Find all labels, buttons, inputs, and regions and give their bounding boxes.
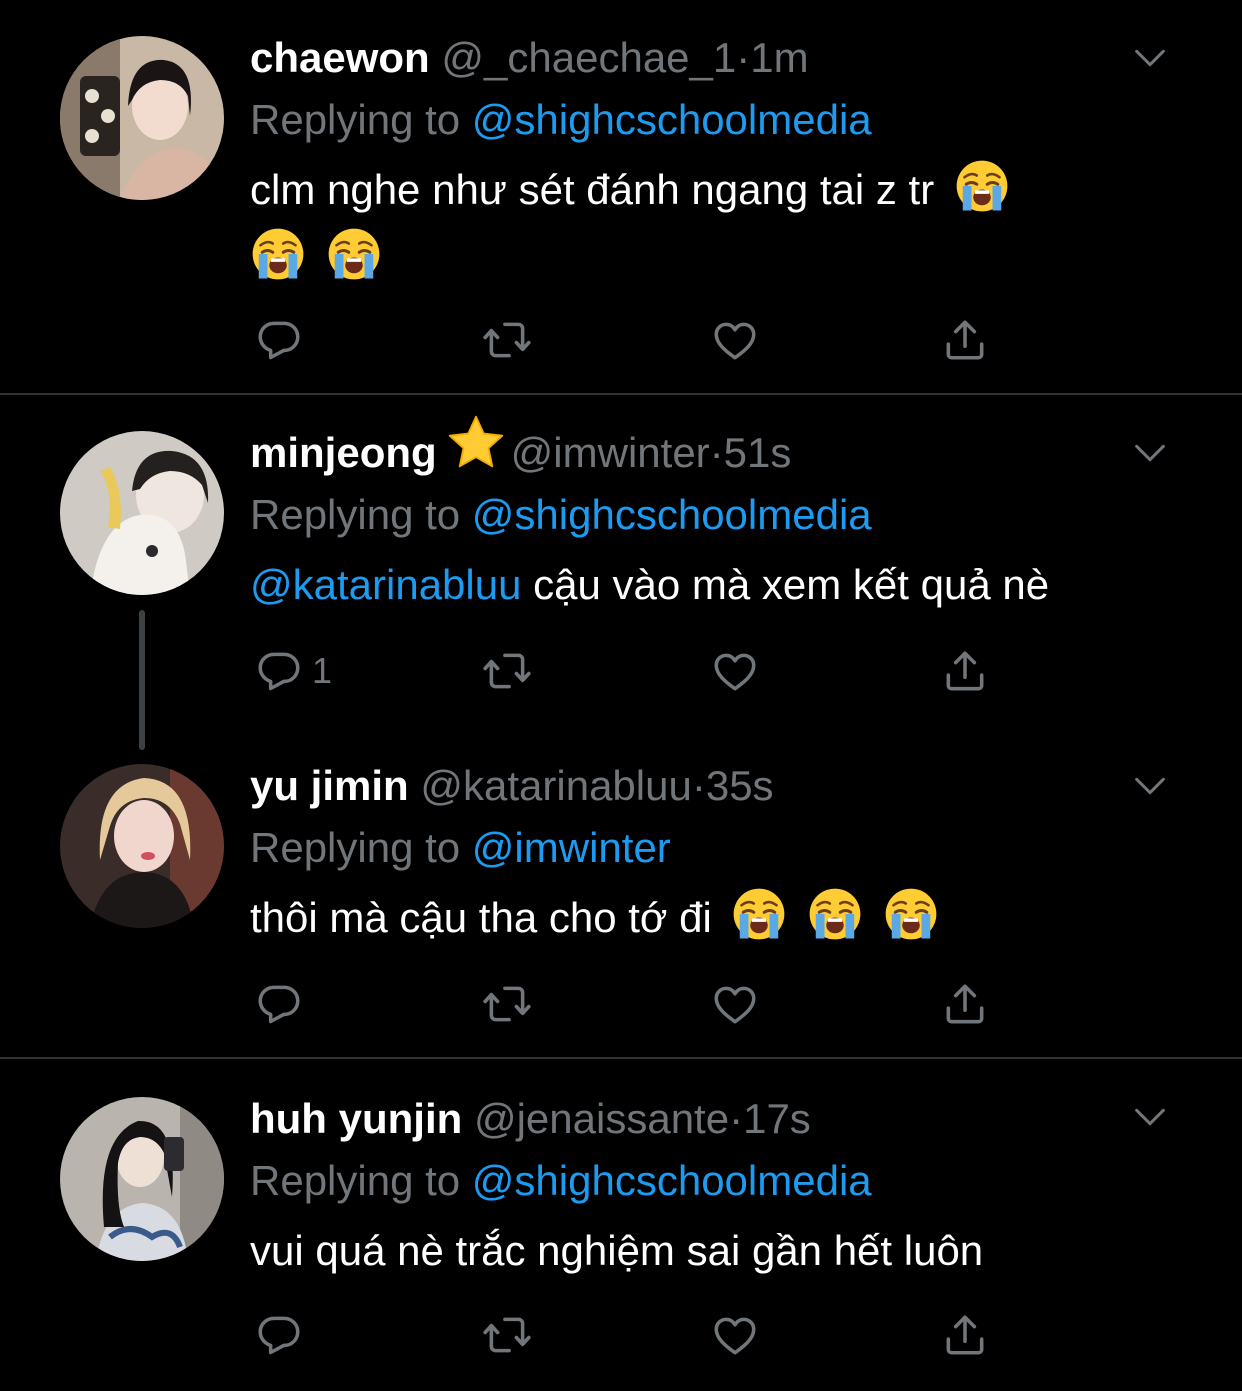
tweet-text: clm nghe như sét đánh ngang tai z tr <box>250 156 1182 292</box>
like-button[interactable] <box>710 1305 760 1365</box>
user-handle[interactable]: @jenaissante <box>474 1095 729 1142</box>
display-name[interactable]: chaewon <box>250 34 430 81</box>
reply-button[interactable] <box>254 1305 312 1365</box>
tweet-text-content: vui quá nè trắc nghiệm sai gần hết luôn <box>250 1227 984 1274</box>
retweet-icon <box>482 646 532 696</box>
reply-icon <box>254 315 304 365</box>
retweet-button[interactable] <box>482 310 532 370</box>
reply-button[interactable]: 1 <box>254 641 332 701</box>
avatar[interactable] <box>60 764 224 928</box>
more-options-chevron-icon[interactable] <box>1130 1097 1170 1137</box>
timestamp[interactable]: 1m <box>750 34 808 81</box>
share-icon <box>940 315 990 365</box>
share-icon <box>940 1310 990 1360</box>
retweet-button[interactable] <box>482 1305 532 1365</box>
replying-to-prefix: Replying to <box>250 824 461 871</box>
replying-to-mention[interactable]: @shighcschoolmedia <box>472 1157 872 1204</box>
tweet-actions <box>250 310 1010 370</box>
share-button[interactable] <box>940 310 990 370</box>
heart-icon <box>710 315 760 365</box>
timestamp[interactable]: 51s <box>724 429 792 476</box>
loudly-crying-face-icon <box>326 226 382 282</box>
timestamp[interactable]: 17s <box>743 1095 811 1142</box>
tweet-4[interactable]: huh yunjin @jenaissante·17s Replying to … <box>0 1059 1242 1391</box>
user-handle[interactable]: @_chaechae_1 <box>441 34 736 81</box>
avatar[interactable] <box>60 431 224 595</box>
loudly-crying-face-icon <box>731 886 787 942</box>
tweet-actions: 1 <box>250 641 1010 701</box>
tweet-text: vui quá nè trắc nghiệm sai gần hết luôn <box>250 1217 1182 1285</box>
tweet-text: @katarinabluu cậu vào mà xem kết quả nè <box>250 551 1182 619</box>
tweet-text-content: clm nghe như sét đánh ngang tai z tr <box>250 166 935 213</box>
share-icon <box>940 646 990 696</box>
more-options-chevron-icon[interactable] <box>1130 433 1170 473</box>
tweet-text: thôi mà cậu tha cho tớ đi <box>250 884 1182 952</box>
retweet-button[interactable] <box>482 641 532 701</box>
star-icon <box>447 414 505 490</box>
reply-icon <box>254 646 304 696</box>
tweet-text-content: thôi mà cậu tha cho tớ đi <box>250 894 712 941</box>
heart-icon <box>710 646 760 696</box>
tweet-header: yu jimin @katarinabluu·35s <box>250 754 1182 818</box>
replying-to-prefix: Replying to <box>250 491 461 538</box>
display-name[interactable]: minjeong <box>250 429 437 476</box>
share-button[interactable] <box>940 641 990 701</box>
replying-to-mention[interactable]: @shighcschoolmedia <box>472 491 872 538</box>
like-button[interactable] <box>710 974 760 1034</box>
share-button[interactable] <box>940 1305 990 1365</box>
reply-count: 1 <box>312 650 333 691</box>
reply-button[interactable] <box>254 310 312 370</box>
tweet-text-content: cậu vào mà xem kết quả nè <box>521 561 1050 608</box>
replying-to: Replying to @shighcschoolmedia <box>250 90 1182 150</box>
heart-icon <box>710 979 760 1029</box>
tweet-3[interactable]: yu jimin @katarinabluu·35s Replying to @… <box>0 726 1242 1056</box>
like-button[interactable] <box>710 310 760 370</box>
more-options-chevron-icon[interactable] <box>1130 766 1170 806</box>
tweet-header: minjeong @imwinter·51s <box>250 421 1182 485</box>
loudly-crying-face-icon <box>807 886 863 942</box>
display-name[interactable]: yu jimin <box>250 762 409 809</box>
replying-to-prefix: Replying to <box>250 96 461 143</box>
reply-icon <box>254 1310 304 1360</box>
tweet-1[interactable]: chaewon @_chaechae_1·1m Replying to @shi… <box>0 0 1242 394</box>
separator-dot: · <box>729 1095 744 1142</box>
reply-icon <box>254 979 304 1029</box>
replying-to-prefix: Replying to <box>250 1157 461 1204</box>
separator-dot: · <box>736 34 751 81</box>
loudly-crying-face-icon <box>954 158 1010 214</box>
share-icon <box>940 979 990 1029</box>
tweet-actions <box>250 1305 1010 1365</box>
avatar[interactable] <box>60 1097 224 1261</box>
replying-to-mention[interactable]: @imwinter <box>472 824 671 871</box>
reply-button[interactable] <box>254 974 312 1034</box>
retweet-button[interactable] <box>482 974 532 1034</box>
replying-to: Replying to @shighcschoolmedia <box>250 485 1182 545</box>
tweet-actions <box>250 974 1010 1034</box>
user-handle[interactable]: @imwinter <box>511 429 710 476</box>
like-button[interactable] <box>710 641 760 701</box>
display-name[interactable]: huh yunjin <box>250 1095 462 1142</box>
replying-to: Replying to @imwinter <box>250 818 1182 878</box>
tweet-header: huh yunjin @jenaissante·17s <box>250 1087 1182 1151</box>
retweet-icon <box>482 315 532 365</box>
avatar[interactable] <box>60 36 224 200</box>
loudly-crying-face-icon <box>883 886 939 942</box>
separator-dot: · <box>709 429 724 476</box>
tweet-header: chaewon @_chaechae_1·1m <box>250 26 1182 90</box>
more-options-chevron-icon[interactable] <box>1130 38 1170 78</box>
retweet-icon <box>482 979 532 1029</box>
share-button[interactable] <box>940 974 990 1034</box>
loudly-crying-face-icon <box>250 226 306 282</box>
separator-dot: · <box>691 762 706 809</box>
tweet-2[interactable]: minjeong @imwinter·51s Replying to @shigh… <box>0 395 1242 725</box>
replying-to-mention[interactable]: @shighcschoolmedia <box>472 96 872 143</box>
timestamp[interactable]: 35s <box>706 762 774 809</box>
user-handle[interactable]: @katarinabluu <box>420 762 691 809</box>
heart-icon <box>710 1310 760 1360</box>
retweet-icon <box>482 1310 532 1360</box>
replying-to: Replying to @shighcschoolmedia <box>250 1151 1182 1211</box>
text-mention[interactable]: @katarinabluu <box>250 561 521 608</box>
